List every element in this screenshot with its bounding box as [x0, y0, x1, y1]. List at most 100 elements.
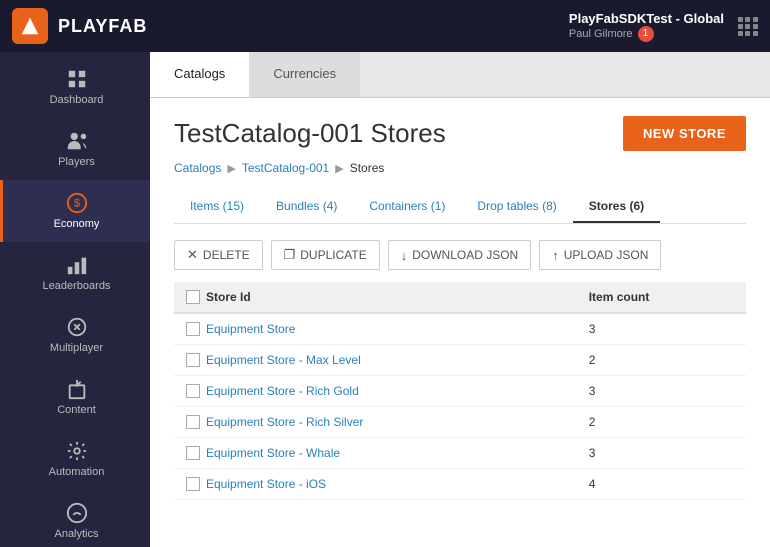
- store-id-header: Store Id: [206, 290, 251, 304]
- store-link-5[interactable]: Equipment Store - iOS: [206, 477, 326, 491]
- store-link-1[interactable]: Equipment Store - Max Level: [206, 353, 361, 367]
- breadcrumb: Catalogs ▶ TestCatalog-001 ▶ Stores: [174, 161, 746, 175]
- cell-store-id: Equipment Store - iOS: [174, 469, 577, 500]
- sub-tab-items[interactable]: Items (15): [174, 191, 260, 223]
- row-checkbox-1[interactable]: [186, 353, 200, 367]
- breadcrumb-current: Stores: [350, 161, 385, 175]
- table-row: Equipment Store - Rich Gold 3: [174, 376, 746, 407]
- cell-item-count-5: 4: [577, 469, 746, 500]
- sidebar-label-multiplayer: Multiplayer: [50, 342, 103, 354]
- cell-store-id: Equipment Store: [174, 313, 577, 345]
- sidebar: Dashboard Players $ Economy Leaderboards…: [0, 52, 150, 547]
- sub-tab-stores[interactable]: Stores (6): [573, 191, 660, 223]
- sidebar-item-economy[interactable]: $ Economy: [0, 180, 150, 242]
- economy-icon: $: [66, 192, 88, 214]
- store-link-2[interactable]: Equipment Store - Rich Gold: [206, 384, 359, 398]
- content-icon: [66, 378, 88, 400]
- table-row: Equipment Store - Rich Silver 2: [174, 407, 746, 438]
- download-json-button[interactable]: ↓ DOWNLOAD JSON: [388, 240, 532, 270]
- store-link-3[interactable]: Equipment Store - Rich Silver: [206, 415, 363, 429]
- table-row: Equipment Store - iOS 4: [174, 469, 746, 500]
- notification-badge[interactable]: 1: [638, 26, 654, 42]
- duplicate-label: DUPLICATE: [300, 248, 366, 262]
- sub-tab-containers[interactable]: Containers (1): [353, 191, 461, 223]
- row-checkbox-2[interactable]: [186, 384, 200, 398]
- players-icon: [66, 130, 88, 152]
- cell-item-count-1: 2: [577, 345, 746, 376]
- multiplayer-icon: [66, 316, 88, 338]
- header: PLAYFAB PlayFabSDKTest - Global Paul Gil…: [0, 0, 770, 52]
- sidebar-item-players[interactable]: Players: [0, 118, 150, 180]
- header-user: PlayFabSDKTest - Global Paul Gilmore 1: [569, 11, 724, 42]
- new-store-button[interactable]: NEW STORE: [623, 116, 746, 151]
- sidebar-label-leaderboards: Leaderboards: [43, 280, 111, 292]
- username: Paul Gilmore: [569, 28, 633, 40]
- sidebar-item-analytics[interactable]: Analytics: [0, 490, 150, 547]
- upload-label: UPLOAD JSON: [564, 248, 649, 262]
- header-right: PlayFabSDKTest - Global Paul Gilmore 1: [569, 11, 758, 42]
- stores-table: Store Id Item count Equipment Store 3 Eq…: [174, 282, 746, 500]
- sidebar-label-economy: Economy: [54, 218, 100, 230]
- content-area: TestCatalog-001 Stores NEW STORE Catalog…: [150, 98, 770, 547]
- cell-item-count-3: 2: [577, 407, 746, 438]
- delete-icon: ✕: [187, 247, 198, 263]
- tab-currencies[interactable]: Currencies: [249, 52, 360, 97]
- layout: Dashboard Players $ Economy Leaderboards…: [0, 52, 770, 547]
- sidebar-label-players: Players: [58, 156, 95, 168]
- sub-tab-bundles[interactable]: Bundles (4): [260, 191, 353, 223]
- main-content: Catalogs Currencies TestCatalog-001 Stor…: [150, 52, 770, 547]
- row-checkbox-5[interactable]: [186, 477, 200, 491]
- logo[interactable]: PLAYFAB: [12, 8, 147, 44]
- automation-icon: [66, 440, 88, 462]
- logo-icon: [12, 8, 48, 44]
- cell-store-id: Equipment Store - Whale: [174, 438, 577, 469]
- row-checkbox-4[interactable]: [186, 446, 200, 460]
- sidebar-item-dashboard[interactable]: Dashboard: [0, 56, 150, 118]
- breadcrumb-arrow-1: ▶: [227, 162, 235, 175]
- cell-store-id: Equipment Store - Max Level: [174, 345, 577, 376]
- download-label: DOWNLOAD JSON: [412, 248, 518, 262]
- sidebar-item-automation[interactable]: Automation: [0, 428, 150, 490]
- cell-item-count-0: 3: [577, 313, 746, 345]
- sidebar-item-multiplayer[interactable]: Multiplayer: [0, 304, 150, 366]
- toolbar: ✕ DELETE ❐ DUPLICATE ↓ DOWNLOAD JSON ↑ U…: [174, 240, 746, 270]
- store-link-4[interactable]: Equipment Store - Whale: [206, 446, 340, 460]
- breadcrumb-arrow-2: ▶: [335, 162, 343, 175]
- breadcrumb-catalog[interactable]: TestCatalog-001: [242, 161, 329, 175]
- sidebar-label-analytics: Analytics: [54, 528, 98, 540]
- sub-tabs: Items (15) Bundles (4) Containers (1) Dr…: [174, 191, 746, 224]
- row-checkbox-3[interactable]: [186, 415, 200, 429]
- duplicate-icon: ❐: [284, 247, 296, 263]
- page-title: TestCatalog-001 Stores: [174, 118, 446, 149]
- analytics-icon: [66, 502, 88, 524]
- dashboard-icon: [66, 68, 88, 90]
- leaderboards-icon: [66, 254, 88, 276]
- cell-item-count-4: 3: [577, 438, 746, 469]
- breadcrumb-catalogs[interactable]: Catalogs: [174, 161, 221, 175]
- cell-store-id: Equipment Store - Rich Gold: [174, 376, 577, 407]
- delete-button[interactable]: ✕ DELETE: [174, 240, 263, 270]
- sub-tab-drop-tables[interactable]: Drop tables (8): [461, 191, 572, 223]
- table-header-item-count: Item count: [577, 282, 746, 313]
- tab-catalogs[interactable]: Catalogs: [150, 52, 249, 97]
- sidebar-item-leaderboards[interactable]: Leaderboards: [0, 242, 150, 304]
- table-header-store-id: Store Id: [174, 282, 577, 313]
- main-tabs-bar: Catalogs Currencies: [150, 52, 770, 98]
- sidebar-label-dashboard: Dashboard: [50, 94, 104, 106]
- download-icon: ↓: [401, 248, 408, 263]
- duplicate-button[interactable]: ❐ DUPLICATE: [271, 240, 380, 270]
- user-info: Paul Gilmore 1: [569, 26, 724, 42]
- header-checkbox[interactable]: [186, 290, 200, 304]
- store-link-0[interactable]: Equipment Store: [206, 322, 295, 336]
- cell-item-count-2: 3: [577, 376, 746, 407]
- row-checkbox-0[interactable]: [186, 322, 200, 336]
- upload-icon: ↑: [552, 248, 559, 263]
- playfab-logo-svg: [19, 15, 41, 37]
- sidebar-item-content[interactable]: Content: [0, 366, 150, 428]
- sidebar-label-content: Content: [57, 404, 96, 416]
- upload-json-button[interactable]: ↑ UPLOAD JSON: [539, 240, 661, 270]
- grid-menu-icon[interactable]: [738, 17, 758, 36]
- sidebar-label-automation: Automation: [49, 466, 105, 478]
- table-row: Equipment Store - Whale 3: [174, 438, 746, 469]
- logo-text: PLAYFAB: [58, 16, 147, 37]
